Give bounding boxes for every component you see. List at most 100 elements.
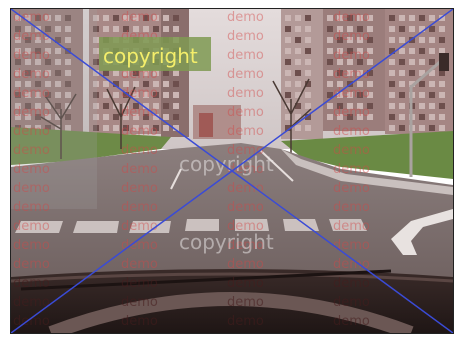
window-pane: [163, 114, 169, 120]
window-pane: [305, 59, 311, 65]
window-pane: [103, 125, 109, 131]
demo-watermark: demo: [13, 86, 50, 101]
demo-watermark: demo: [121, 10, 158, 25]
window-pane: [103, 26, 109, 32]
window-pane: [163, 26, 169, 32]
window-pane: [103, 81, 109, 87]
window-pane: [419, 103, 425, 109]
window-pane: [409, 70, 415, 76]
demo-watermark: demo: [333, 200, 370, 215]
demo-watermark: demo: [333, 124, 370, 139]
demo-watermark: demo: [13, 162, 50, 177]
window-pane: [163, 103, 169, 109]
demo-watermark: demo: [13, 124, 50, 139]
demo-watermark: demo: [13, 238, 50, 253]
demo-watermark: demo: [333, 238, 370, 253]
window-pane: [429, 114, 435, 120]
window-pane: [389, 92, 395, 98]
window-pane: [429, 48, 435, 54]
window-pane: [103, 114, 109, 120]
window-pane: [419, 59, 425, 65]
demo-watermark: demo: [333, 29, 370, 44]
demo-watermark: demo: [333, 143, 370, 158]
demo-watermark: demo: [333, 276, 370, 291]
window-pane: [305, 70, 311, 76]
demo-watermark: demo: [333, 295, 370, 310]
window-pane: [285, 26, 291, 32]
window-pane: [399, 59, 405, 65]
window-pane: [439, 26, 445, 32]
window-pane: [439, 81, 445, 87]
window-pane: [439, 125, 445, 131]
window-pane: [389, 70, 395, 76]
copyright-watermark-lower: copyright: [179, 230, 274, 254]
demo-watermark: demo: [227, 48, 264, 63]
window-pane: [419, 81, 425, 87]
demo-watermark: demo: [227, 276, 264, 291]
window-pane: [439, 103, 445, 109]
window-pane: [113, 114, 119, 120]
demo-watermark: demo: [13, 276, 50, 291]
window-pane: [409, 15, 415, 21]
demo-watermark: demo: [121, 162, 158, 177]
window-pane: [285, 59, 291, 65]
window-pane: [429, 37, 435, 43]
window-pane: [163, 81, 169, 87]
window-pane: [285, 92, 291, 98]
window-pane: [439, 114, 445, 120]
demo-watermark: demo: [333, 314, 370, 329]
window-pane: [295, 48, 301, 54]
window-pane: [173, 103, 179, 109]
window-pane: [399, 70, 405, 76]
window-pane: [389, 81, 395, 87]
demo-watermark: demo: [227, 29, 264, 44]
window-pane: [389, 37, 395, 43]
demo-watermark: demo: [227, 257, 264, 272]
window-pane: [409, 26, 415, 32]
window-pane: [113, 125, 119, 131]
window-pane: [389, 26, 395, 32]
demo-watermark: demo: [121, 124, 158, 139]
window-pane: [295, 59, 301, 65]
window-pane: [419, 48, 425, 54]
window-pane: [285, 114, 291, 120]
window-pane: [399, 81, 405, 87]
window-pane: [295, 15, 301, 21]
demo-watermark: demo: [13, 29, 50, 44]
window-pane: [439, 37, 445, 43]
window-pane: [399, 114, 405, 120]
window-pane: [305, 125, 311, 131]
window-pane: [173, 26, 179, 32]
window-pane: [419, 15, 425, 21]
window-pane: [409, 59, 415, 65]
window-pane: [103, 15, 109, 21]
demo-watermark: demo: [13, 181, 50, 196]
photo-frame: demo demo demo demo demo demo demo demo demo demo…: [10, 8, 454, 334]
window-pane: [113, 26, 119, 32]
window-pane: [295, 125, 301, 131]
window-pane: [285, 70, 291, 76]
window-pane: [409, 48, 415, 54]
demo-watermark: demo: [333, 105, 370, 120]
demo-watermark: demo: [13, 48, 50, 63]
street-scene-photo: demo demo demo demo demo demo demo demo demo demo…: [11, 9, 453, 333]
window-pane: [419, 37, 425, 43]
window-pane: [419, 125, 425, 131]
demo-watermark: demo: [227, 124, 264, 139]
window-pane: [429, 26, 435, 32]
window-pane: [389, 103, 395, 109]
window-pane: [419, 114, 425, 120]
window-pane: [295, 81, 301, 87]
demo-watermark: demo: [227, 67, 264, 82]
demo-watermark: demo: [121, 181, 158, 196]
window-pane: [389, 59, 395, 65]
window-pane: [399, 48, 405, 54]
demo-watermark: demo: [121, 200, 158, 215]
demo-watermark: demo: [13, 143, 50, 158]
demo-watermark: demo: [333, 181, 370, 196]
window-pane: [305, 37, 311, 43]
window-pane: [173, 15, 179, 21]
window-pane: [399, 26, 405, 32]
demo-watermark: demo: [121, 314, 158, 329]
window-pane: [429, 125, 435, 131]
